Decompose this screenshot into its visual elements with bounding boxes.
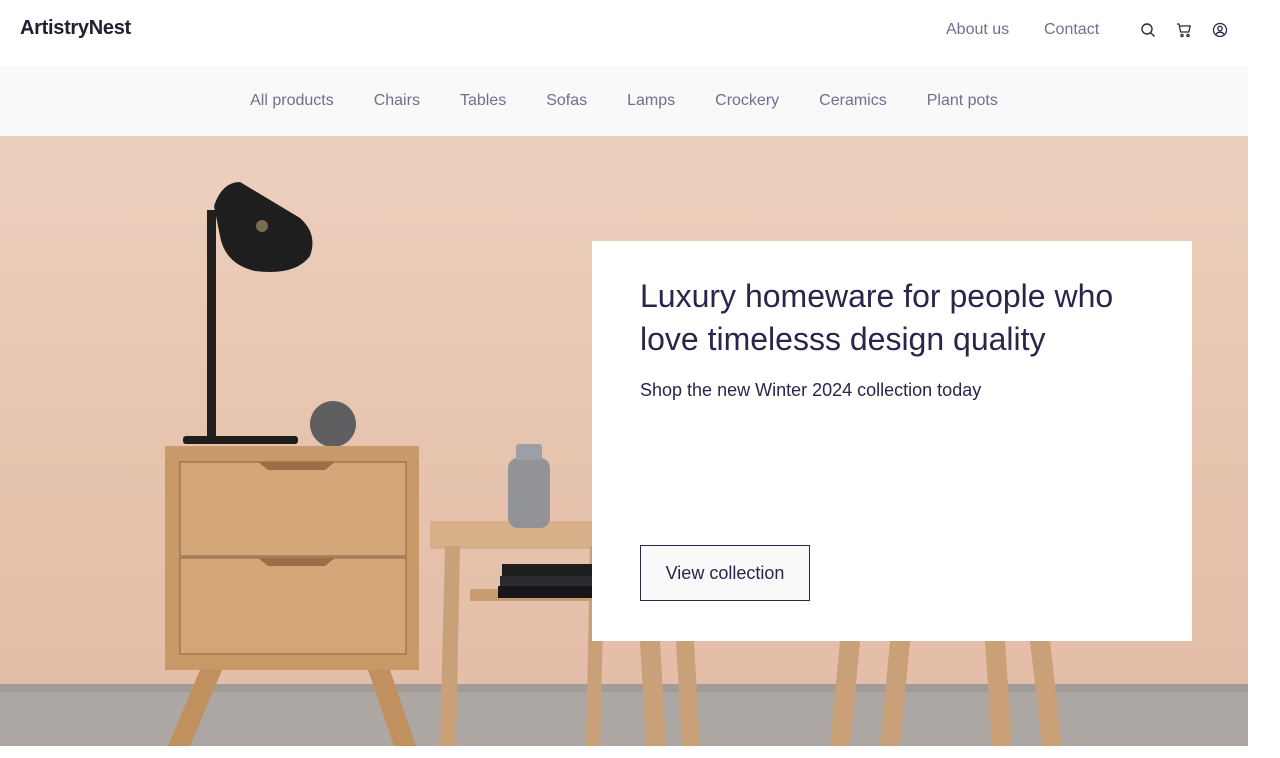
category-crockery[interactable]: Crockery xyxy=(715,92,779,110)
category-ceramics[interactable]: Ceramics xyxy=(819,92,887,110)
hero-card: Luxury homeware for people who love time… xyxy=(592,241,1192,641)
about-link[interactable]: About us xyxy=(946,21,1009,39)
user-icon[interactable] xyxy=(1211,21,1229,39)
view-collection-button[interactable]: View collection xyxy=(640,545,810,601)
hero-subtitle: Shop the new Winter 2024 collection toda… xyxy=(640,380,982,400)
category-sofas[interactable]: Sofas xyxy=(546,92,587,110)
category-nav: All products Chairs Tables Sofas Lamps C… xyxy=(0,66,1248,136)
category-all-products[interactable]: All products xyxy=(250,92,334,110)
category-tables[interactable]: Tables xyxy=(460,92,506,110)
cart-icon[interactable] xyxy=(1175,21,1193,39)
hero-banner: Luxury homeware for people who love time… xyxy=(0,136,1248,746)
search-icon[interactable] xyxy=(1139,21,1157,39)
top-header: ArtistryNest About us Contact xyxy=(0,0,1248,66)
contact-link[interactable]: Contact xyxy=(1044,21,1099,39)
category-plant-pots[interactable]: Plant pots xyxy=(927,92,998,110)
logo[interactable]: ArtistryNest xyxy=(20,17,131,40)
category-chairs[interactable]: Chairs xyxy=(374,92,420,110)
category-lamps[interactable]: Lamps xyxy=(627,92,675,110)
hero-title: Luxury homeware for people who love time… xyxy=(640,278,1114,357)
